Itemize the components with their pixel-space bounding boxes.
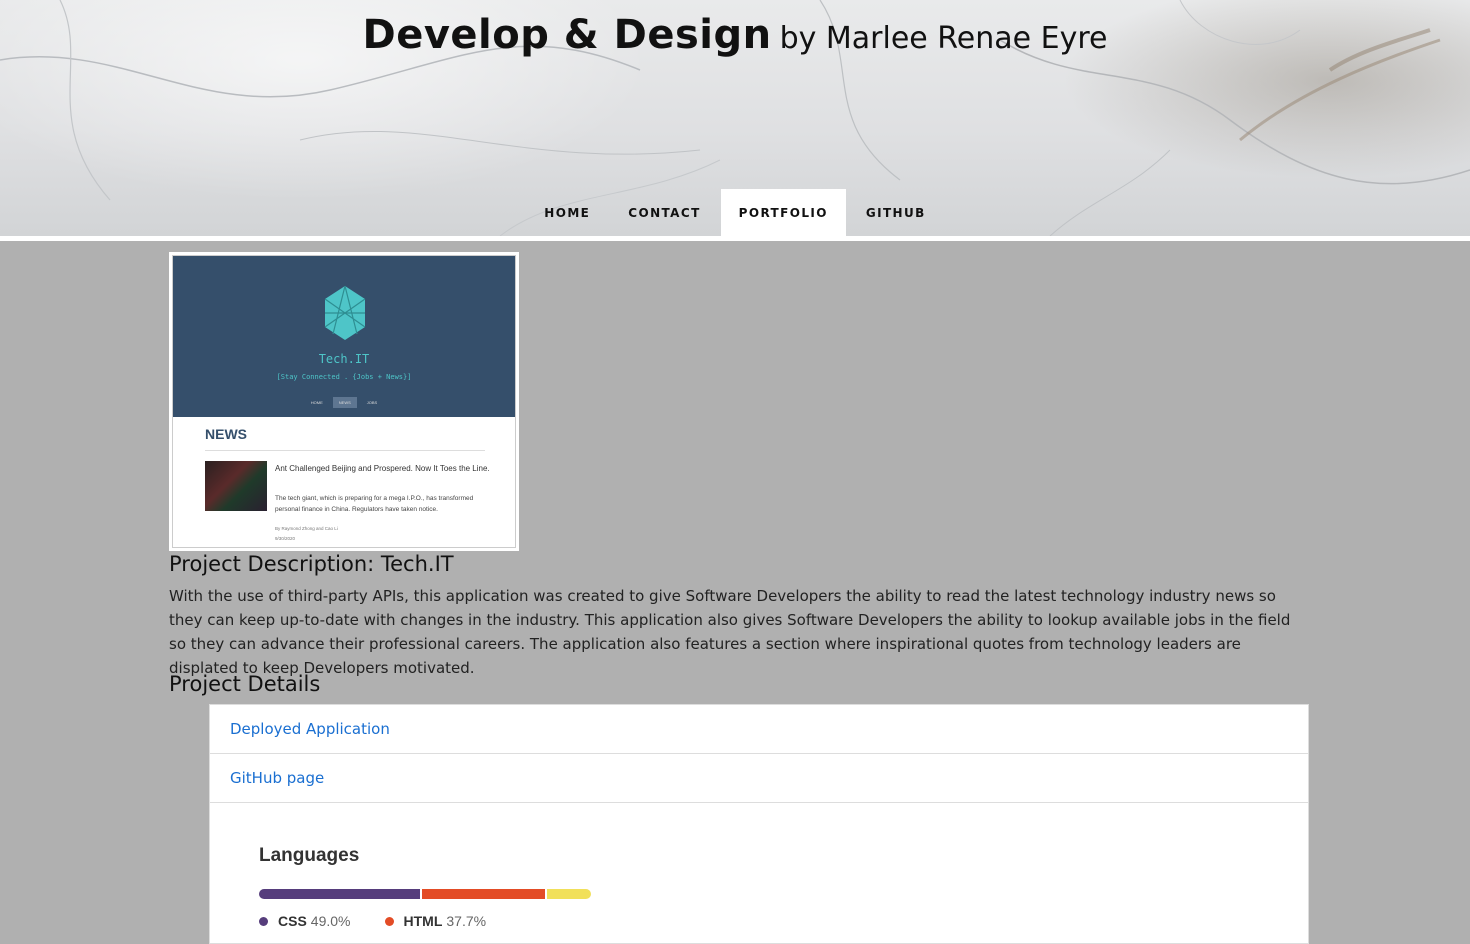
thumbnail-headline: Ant Challenged Beijing and Prospered. No… [275, 464, 490, 473]
project-details-heading: Project Details [169, 672, 321, 696]
legend-html: HTML 37.7% [384, 913, 487, 929]
site-title: Develop & Design by Marlee Renae Eyre [0, 12, 1470, 58]
legend-html-name: HTML [403, 913, 443, 929]
hexagon-logo-icon [324, 285, 366, 340]
thumbnail-nav: HOME NEWS JOBS [173, 397, 515, 408]
nav-contact[interactable]: CONTACT [610, 189, 718, 236]
language-bar-segment [259, 889, 420, 899]
thumbnail-date: 9/30/2020 [275, 536, 296, 541]
thumbnail-nav-home: HOME [310, 400, 323, 405]
languages-title: Languages [259, 845, 360, 866]
legend-css-name: CSS [278, 913, 307, 929]
site-title-byline: by Marlee Renae Eyre [779, 21, 1108, 56]
thumbnail-author: By Raymond Zhong and Cao Li [275, 526, 338, 531]
site-header: Develop & Design by Marlee Renae Eyre HOM… [0, 0, 1470, 236]
nav-portfolio[interactable]: PORTFOLIO [720, 189, 846, 236]
project-title: Project Description: Tech.IT [169, 552, 454, 576]
thumbnail-nav-news: NEWS [332, 397, 357, 408]
nav-github[interactable]: GITHUB [848, 189, 944, 236]
languages-legend: CSS 49.0% HTML 37.7% [259, 913, 591, 929]
thumbnail-tagline: [Stay Connected . {Jobs + News}] [276, 373, 412, 381]
thumbnail-section-title: NEWS [205, 426, 247, 442]
project-thumbnail[interactable]: Tech.IT [Stay Connected . {Jobs + News}]… [169, 252, 519, 551]
thumbnail-summary: The tech giant, which is preparing for a… [275, 495, 474, 513]
language-bar-segment [547, 889, 591, 899]
languages-bar [259, 889, 591, 899]
thumbnail-app-name: Tech.IT [318, 352, 370, 366]
main-nav: HOME CONTACT PORTFOLIO GITHUB [0, 189, 1470, 236]
legend-css: CSS 49.0% [259, 913, 351, 929]
languages-widget: Languages CSS 49.0% HTML 37.7% [259, 845, 591, 929]
css-dot-icon [259, 916, 268, 926]
thumbnail-divider [205, 450, 485, 451]
thumbnail-nav-jobs: JOBS [366, 400, 378, 405]
project-description: With the use of third-party APIs, this a… [169, 587, 1291, 677]
legend-css-percent: 49.0% [310, 913, 351, 929]
site-title-main: Develop & Design [362, 12, 772, 58]
deployed-application-link[interactable]: Deployed Application [210, 705, 1308, 754]
project-details-panel: Deployed Application GitHub page Languag… [209, 704, 1309, 944]
html-dot-icon [384, 916, 394, 926]
nav-home[interactable]: HOME [526, 189, 608, 236]
legend-html-percent: 37.7% [446, 913, 487, 929]
header-divider [0, 236, 1470, 241]
language-bar-segment [421, 889, 546, 899]
github-page-link[interactable]: GitHub page [210, 754, 1308, 803]
thumbnail-byline: By Raymond Zhong and Cao Li 9/30/2020 [275, 524, 338, 544]
thumbnail-article-image [205, 461, 267, 511]
